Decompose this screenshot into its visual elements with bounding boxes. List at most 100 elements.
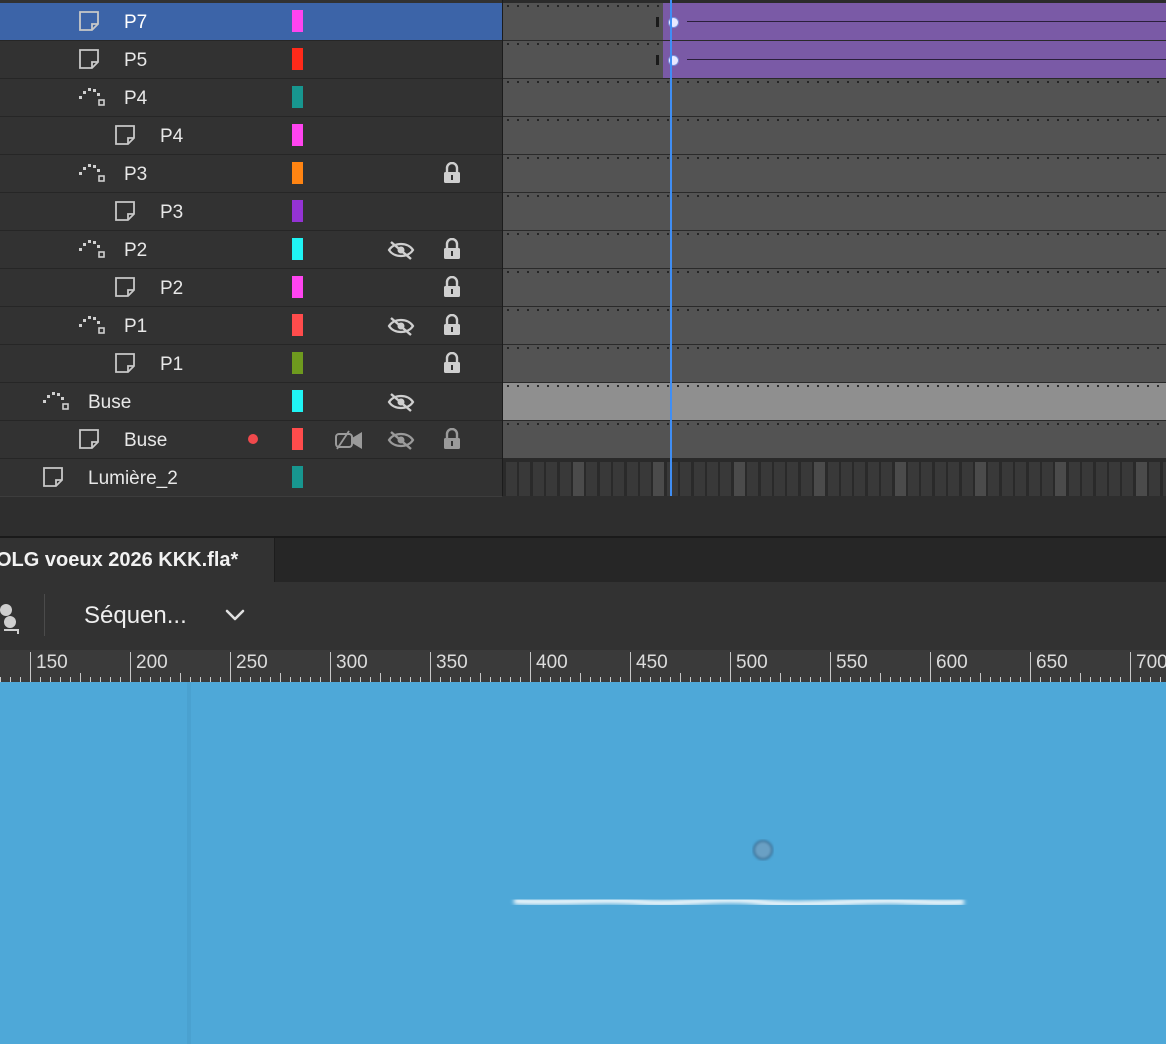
frame-cell[interactable] — [720, 462, 732, 498]
layer-color-swatch[interactable] — [292, 352, 303, 374]
layer-color-swatch[interactable] — [292, 466, 303, 488]
layer-row[interactable]: P4 — [0, 117, 502, 155]
layer-color-swatch[interactable] — [292, 124, 303, 146]
layer-row[interactable]: P3 — [0, 155, 502, 193]
lock-icon[interactable] — [442, 237, 462, 260]
layer-color-swatch[interactable] — [292, 86, 303, 108]
lock-icon[interactable] — [442, 427, 462, 450]
layer-icon[interactable] — [78, 429, 100, 449]
timeline-row[interactable] — [503, 307, 1166, 345]
frame-cell[interactable] — [760, 462, 772, 498]
frame-cell[interactable] — [975, 462, 986, 498]
timeline-frames[interactable] — [503, 0, 1166, 536]
frame-cell[interactable] — [894, 462, 906, 498]
frame-cell[interactable] — [867, 462, 879, 498]
timeline-row[interactable] — [503, 117, 1166, 155]
timeline-row[interactable] — [503, 421, 1166, 459]
timeline-row[interactable] — [503, 383, 1166, 421]
clip-icon[interactable] — [0, 600, 20, 634]
timeline-row[interactable] — [503, 193, 1166, 231]
frame-cell[interactable] — [1122, 462, 1134, 498]
frame-cell[interactable] — [787, 462, 799, 498]
frame-cell[interactable] — [653, 462, 665, 498]
frame-cell[interactable] — [961, 462, 973, 498]
frame-cell[interactable] — [921, 462, 933, 498]
camera-icon[interactable] — [334, 429, 364, 451]
layer-row[interactable]: P5 — [0, 41, 502, 79]
timeline-row[interactable] — [503, 79, 1166, 117]
layer-name[interactable]: P7 — [124, 12, 147, 34]
motion-tween-span[interactable] — [663, 41, 1166, 78]
layer-name[interactable]: P2 — [124, 240, 147, 262]
layer-color-swatch[interactable] — [292, 48, 303, 70]
layer-icon[interactable] — [78, 11, 100, 31]
scene-selector-label[interactable]: Séquen... — [84, 602, 187, 630]
keyframe-marker[interactable] — [656, 17, 659, 27]
layer-icon[interactable] — [114, 125, 136, 145]
frame-cell[interactable] — [573, 462, 584, 498]
layer-icon[interactable] — [114, 353, 136, 373]
layer-row[interactable]: P2 — [0, 231, 502, 269]
lock-icon[interactable] — [442, 275, 462, 298]
lock-icon[interactable] — [442, 351, 462, 374]
layer-color-swatch[interactable] — [292, 276, 303, 298]
frame-cell[interactable] — [559, 462, 571, 498]
layer-color-swatch[interactable] — [292, 10, 303, 32]
lock-icon[interactable] — [442, 313, 462, 336]
guide-layer-icon[interactable] — [78, 163, 105, 183]
layer-row[interactable]: P1 — [0, 345, 502, 383]
frame-cell[interactable] — [546, 462, 558, 498]
layer-color-swatch[interactable] — [292, 390, 303, 412]
layer-name[interactable]: P3 — [124, 164, 147, 186]
frame-cell[interactable] — [707, 462, 718, 498]
hidden-eye-icon[interactable] — [387, 429, 415, 451]
document-tab[interactable]: OLG voeux 2026 KKK.fla* — [0, 538, 275, 582]
frame-cell[interactable] — [988, 462, 1000, 498]
layer-icon[interactable] — [114, 201, 136, 221]
layer-color-swatch[interactable] — [292, 162, 303, 184]
guide-layer-icon[interactable] — [78, 239, 105, 259]
frame-cell[interactable] — [1135, 462, 1147, 498]
frame-cell[interactable] — [626, 462, 638, 498]
layer-color-swatch[interactable] — [292, 314, 303, 336]
layer-color-swatch[interactable] — [292, 238, 303, 260]
frame-cell[interactable] — [841, 462, 852, 498]
layer-name[interactable]: Buse — [88, 392, 131, 414]
frame-cell[interactable] — [1149, 462, 1161, 498]
frame-cell[interactable] — [1082, 462, 1094, 498]
layer-row[interactable]: Lumière_2 — [0, 459, 502, 497]
frame-cell[interactable] — [800, 462, 812, 498]
layer-row[interactable]: P2 — [0, 269, 502, 307]
frame-cell[interactable] — [506, 462, 517, 498]
timeline-row[interactable] — [503, 345, 1166, 383]
frame-cell[interactable] — [774, 462, 785, 498]
layer-row[interactable]: Buse — [0, 421, 502, 459]
layer-name[interactable]: P1 — [124, 316, 147, 338]
frame-cell[interactable] — [854, 462, 866, 498]
frame-cell[interactable] — [1068, 462, 1080, 498]
layer-name[interactable]: Lumière_2 — [88, 468, 178, 490]
frame-cell[interactable] — [747, 462, 759, 498]
stage-canvas[interactable] — [0, 682, 1166, 1044]
frame-cell[interactable] — [948, 462, 960, 498]
frame-cell[interactable] — [640, 462, 651, 498]
frame-cell[interactable] — [519, 462, 531, 498]
layer-row[interactable]: P1 — [0, 307, 502, 345]
frame-cell[interactable] — [1015, 462, 1027, 498]
layer-name[interactable]: P5 — [124, 50, 147, 72]
hidden-eye-icon[interactable] — [387, 239, 415, 261]
guide-layer-icon[interactable] — [42, 391, 69, 411]
frame-cell[interactable] — [1028, 462, 1040, 498]
layer-icon[interactable] — [42, 467, 64, 487]
frame-cell[interactable] — [586, 462, 598, 498]
layer-name[interactable]: Buse — [124, 430, 167, 452]
layer-icon[interactable] — [78, 49, 100, 69]
motion-tween-span[interactable] — [663, 3, 1166, 40]
layer-row[interactable]: P4 — [0, 79, 502, 117]
timeline-row[interactable] — [503, 155, 1166, 193]
frame-cell[interactable] — [1055, 462, 1067, 498]
frame-cell[interactable] — [934, 462, 946, 498]
frame-cell[interactable] — [1001, 462, 1013, 498]
timeline-row[interactable] — [503, 41, 1166, 79]
keyframe-marker[interactable] — [656, 55, 659, 65]
